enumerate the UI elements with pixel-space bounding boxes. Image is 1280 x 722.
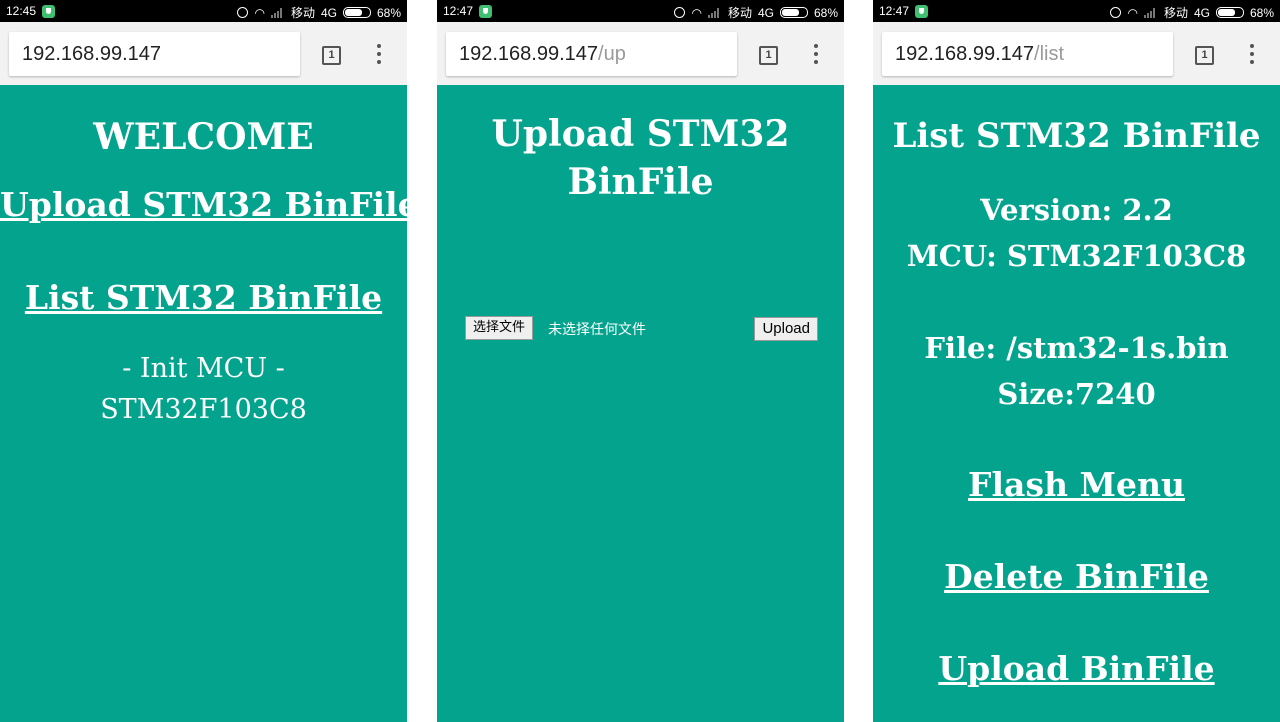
url-bar[interactable]: 192.168.99.147/list	[882, 32, 1173, 76]
url-host: 192.168.99.147	[22, 43, 162, 65]
status-carrier: 移动	[727, 6, 752, 20]
wifi-icon: ◠	[254, 5, 265, 20]
status-time: 12:47	[443, 4, 474, 18]
phone-screen-welcome: 12:45 ◠ 移动 4G 68% 192.168.99.147 1 WELCO…	[0, 0, 407, 722]
list-binfile-link[interactable]: List STM32 BinFile	[0, 278, 407, 317]
battery-icon	[342, 7, 371, 18]
phone-screen-upload: 12:47 ◠ 移动 4G 68% 192.168.99.147/up 1 Up…	[437, 0, 844, 722]
url-path: /up	[598, 43, 626, 65]
url-host: 192.168.99.147	[459, 43, 599, 65]
url-host: 192.168.99.147	[895, 43, 1035, 65]
status-bar: 12:47 ◠ 移动 4G 68%	[437, 0, 844, 22]
status-network: 4G	[320, 5, 337, 20]
flash-menu-link[interactable]: Flash Menu	[873, 465, 1280, 504]
shield-icon	[915, 5, 928, 18]
alarm-icon	[1110, 7, 1122, 18]
upload-form: 选择文件 未选择任何文件 Upload	[465, 316, 818, 341]
status-network: 4G	[757, 5, 774, 20]
delete-binfile-link[interactable]: Delete BinFile	[873, 557, 1280, 596]
upload-button[interactable]: Upload	[754, 317, 818, 341]
signal-icon	[707, 7, 722, 18]
page-content: WELCOME Upload STM32 BinFile List STM32 …	[0, 85, 407, 722]
no-file-selected-text: 未选择任何文件	[548, 322, 646, 338]
status-carrier: 移动	[1163, 6, 1188, 20]
status-network: 4G	[1193, 5, 1210, 20]
version-text: Version: 2.2	[980, 193, 1173, 227]
shield-icon	[479, 5, 492, 18]
more-menu-icon[interactable]	[1249, 44, 1255, 64]
choose-file-button[interactable]: 选择文件	[465, 316, 534, 340]
init-mcu-text: - Init MCU -	[122, 353, 285, 384]
more-menu-icon[interactable]	[813, 44, 819, 64]
status-time: 12:47	[879, 4, 910, 18]
battery-icon	[779, 7, 808, 18]
upload-binfile-link[interactable]: Upload BinFile	[873, 649, 1280, 688]
page-title: List STM32 BinFile	[892, 116, 1261, 156]
page-content: Upload STM32 BinFile 选择文件 未选择任何文件 Upload	[437, 85, 844, 722]
url-bar[interactable]: 192.168.99.147	[9, 32, 300, 76]
file-size-text: Size:7240	[997, 377, 1156, 411]
upload-binfile-link[interactable]: Upload STM32 BinFile	[0, 185, 407, 224]
page-title-line-2: BinFile	[567, 161, 714, 203]
page-title-line-1: Upload STM32	[491, 113, 790, 155]
mcu-model-text: STM32F103C8	[100, 394, 307, 425]
alarm-icon	[237, 7, 249, 18]
status-bar: 12:45 ◠ 移动 4G 68%	[0, 0, 407, 22]
tab-switcher-button[interactable]: 1	[1195, 46, 1214, 65]
page-title: WELCOME	[93, 116, 314, 158]
status-battery: 68%	[1249, 5, 1274, 20]
more-menu-icon[interactable]	[376, 44, 382, 64]
signal-icon	[1143, 7, 1158, 18]
status-bar: 12:47 ◠ 移动 4G 68%	[873, 0, 1280, 22]
status-battery: 68%	[813, 5, 838, 20]
wifi-icon: ◠	[691, 5, 702, 20]
url-bar[interactable]: 192.168.99.147/up	[446, 32, 737, 76]
status-carrier: 移动	[290, 6, 315, 20]
browser-toolbar: 192.168.99.147/list 1	[873, 22, 1280, 85]
page-content: List STM32 BinFile Version: 2.2 MCU: STM…	[873, 85, 1280, 722]
shield-icon	[42, 5, 55, 18]
phone-screen-list: 12:47 ◠ 移动 4G 68% 192.168.99.147/list 1 …	[873, 0, 1280, 722]
browser-toolbar: 192.168.99.147 1	[0, 22, 407, 85]
signal-icon	[270, 7, 285, 18]
tab-switcher-button[interactable]: 1	[322, 46, 341, 65]
url-path: /list	[1034, 43, 1065, 65]
battery-icon	[1215, 7, 1244, 18]
wifi-icon: ◠	[1127, 5, 1138, 20]
tab-switcher-button[interactable]: 1	[759, 46, 778, 65]
status-time: 12:45	[6, 4, 37, 18]
file-name-text: File: /stm32-1s.bin	[924, 331, 1229, 365]
status-battery: 68%	[376, 5, 401, 20]
mcu-text: MCU: STM32F103C8	[906, 239, 1247, 273]
alarm-icon	[674, 7, 686, 18]
browser-toolbar: 192.168.99.147/up 1	[437, 22, 844, 85]
